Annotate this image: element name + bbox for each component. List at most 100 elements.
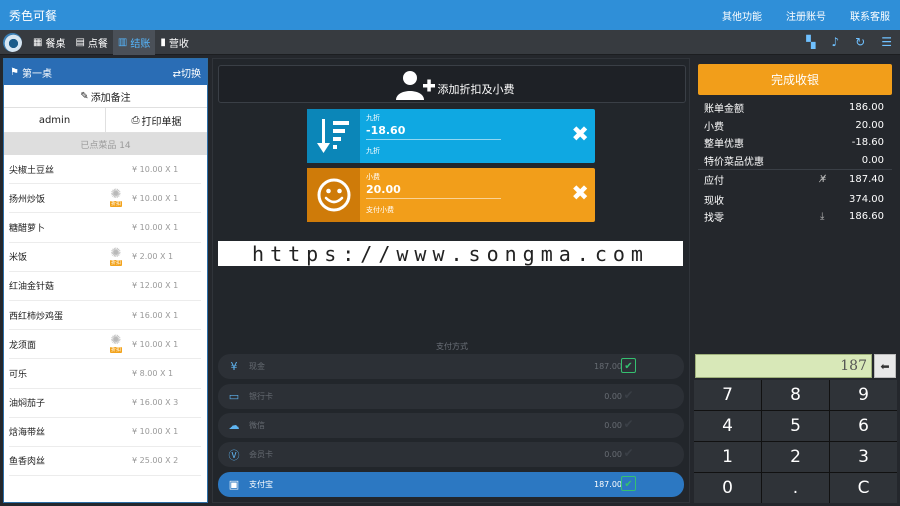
payment-alipay[interactable]: ▣ 支付宝 187.00 ✔ xyxy=(218,472,684,497)
discount-card[interactable]: 九折 -18.60 九折 ✖ xyxy=(307,109,595,163)
key-9[interactable]: 9 xyxy=(830,380,897,410)
waiter-name: admin xyxy=(4,108,106,132)
payment-wechat[interactable]: ☁ 微信 0.00 ✔ xyxy=(218,413,684,438)
tab-revenue[interactable]: ▮ 营收 xyxy=(155,30,194,55)
change-row: 找零 ⤓ 186.60 xyxy=(704,211,884,225)
sort-desc-icon xyxy=(307,109,360,163)
table-header: ⚑ 第一桌 ⇄切换 xyxy=(4,59,207,85)
dish-name: 龙须面 xyxy=(9,340,37,351)
order-panel: ⚑ 第一桌 ⇄切换 ✎ 添加备注 admin ⎙ 打印单据 已点菜品 14 尖椒土… xyxy=(3,58,208,503)
link-register-account[interactable]: 注册账号 xyxy=(786,8,826,23)
received-row: 现收 374.00 xyxy=(704,193,884,207)
check-icon[interactable]: ✔ xyxy=(621,476,636,491)
remove-discount-icon[interactable]: ✖ xyxy=(571,123,589,145)
key-7[interactable]: 7 xyxy=(694,380,761,410)
add-note-button[interactable]: ✎ 添加备注 xyxy=(4,85,207,108)
tab-tables[interactable]: ▦ 餐桌 xyxy=(28,30,70,55)
dish-row[interactable]: 龙须面 ✺ 折扣 ¥ 10.00 X 1 xyxy=(9,330,201,360)
pos-app: 秀色可餐 其他功能 注册账号 联系客服 ▦ 餐桌 ▤ 点餐 ▥ 结账 ▮ 营收 ▚ ♪ … xyxy=(0,0,900,506)
payment-name: 现金 xyxy=(249,362,265,371)
add-discount-label: 添加折扣及小费 xyxy=(437,83,515,96)
smile-icon xyxy=(307,168,360,222)
check-icon[interactable]: ✔ xyxy=(621,446,636,461)
download-icon[interactable]: ⤓ xyxy=(820,211,824,222)
summary-row: 特价菜品优惠 0.00 xyxy=(704,154,884,168)
yen-off-icon[interactable]: ¥̸ xyxy=(820,174,826,185)
chart-icon: ▮ xyxy=(160,36,166,48)
dish-row[interactable]: 可乐 ¥ 8.00 X 1 xyxy=(9,359,201,389)
payment-bankcard[interactable]: ▭ 银行卡 0.00 ✔ xyxy=(218,384,684,409)
remove-tip-icon[interactable]: ✖ xyxy=(571,182,589,204)
payment-amount: 187.00 xyxy=(594,362,622,371)
dish-row[interactable]: 西红柿炒鸡蛋 ¥ 16.00 X 1 xyxy=(9,301,201,331)
payment-member[interactable]: Ⓥ 会员卡 0.00 ✔ xyxy=(218,442,684,467)
discount-badge: ✺ 折扣 xyxy=(110,188,122,208)
check-icon[interactable]: ✔ xyxy=(621,388,636,403)
dish-name: 红油金针菇 xyxy=(9,282,55,293)
tip-card-body: 小费 20.00 支付小费 ✖ xyxy=(360,168,595,222)
top-links: 其他功能 注册账号 联系客服 xyxy=(708,8,900,23)
link-other-functions[interactable]: 其他功能 xyxy=(722,8,762,23)
print-receipt-button[interactable]: ⎙ 打印单据 xyxy=(106,108,207,132)
key-1[interactable]: 1 xyxy=(694,442,761,472)
payment-name: 支付宝 xyxy=(249,480,273,489)
dish-price: ¥ 25.00 X 2 xyxy=(132,456,179,466)
check-icon[interactable]: ✔ xyxy=(621,417,636,432)
grid-icon[interactable]: ▚ xyxy=(806,35,815,49)
link-contact-support[interactable]: 联系客服 xyxy=(850,8,890,23)
amount-display[interactable]: 187 xyxy=(695,354,872,378)
dish-row[interactable]: 扬州炒饭 ✺ 折扣 ¥ 10.00 X 1 xyxy=(9,184,201,214)
discount-tag: 折扣 xyxy=(110,259,122,266)
summary-row: 整单优惠 -18.60 xyxy=(704,137,884,151)
backspace-button[interactable]: ⬅ xyxy=(874,354,896,378)
dish-row[interactable]: 红油金针菇 ¥ 12.00 X 1 xyxy=(9,272,201,301)
dish-row[interactable]: 尖椒土豆丝 ¥ 10.00 X 1 xyxy=(9,155,201,185)
key-2[interactable]: 2 xyxy=(762,442,829,472)
payment-name: 会员卡 xyxy=(249,450,273,459)
discount-amount: -18.60 xyxy=(366,124,406,137)
key-8[interactable]: 8 xyxy=(762,380,829,410)
alipay-icon: ▣ xyxy=(228,478,240,491)
dish-row[interactable]: 鱼香肉丝 ¥ 25.00 X 2 xyxy=(9,447,201,477)
tip-card[interactable]: 小费 20.00 支付小费 ✖ xyxy=(307,168,595,222)
refresh-icon[interactable]: ↻ xyxy=(855,35,865,49)
payment-name: 银行卡 xyxy=(249,392,273,401)
key-dot[interactable]: . xyxy=(762,473,829,503)
gear-icon: ✺ xyxy=(110,245,122,261)
payment-name: 微信 xyxy=(249,421,265,430)
key-3[interactable]: 3 xyxy=(830,442,897,472)
book-icon: ▤ xyxy=(75,36,85,48)
complete-checkout-button[interactable]: 完成收银 xyxy=(698,64,892,95)
dish-price: ¥ 10.00 X 1 xyxy=(132,427,179,437)
discount-tag: 折扣 xyxy=(110,201,122,208)
menu-icon[interactable]: ☰ xyxy=(881,35,892,49)
discount-badge: ✺ 折扣 xyxy=(110,334,122,354)
watermark: https://www.songma.com xyxy=(218,241,683,266)
switch-table-button[interactable]: ⇄切换 xyxy=(173,65,201,80)
dish-row[interactable]: 焓海带丝 ¥ 10.00 X 1 xyxy=(9,418,201,447)
tab-checkout[interactable]: ▥ 结账 xyxy=(112,29,156,55)
nav-tools: ▚ ♪ ↻ ☰ xyxy=(798,35,900,49)
key-0[interactable]: 0 xyxy=(694,473,761,503)
dish-row[interactable]: 糖醋萝卜 ¥ 10.00 X 1 xyxy=(9,213,201,243)
summary-row: 小费 20.00 xyxy=(704,119,884,133)
payment-yen[interactable]: ¥ 现金 187.00 ✔ xyxy=(218,354,684,379)
printer-icon: ⎙ xyxy=(131,114,140,126)
key-4[interactable]: 4 xyxy=(694,411,761,441)
dish-name: 可乐 xyxy=(9,369,28,380)
bell-icon[interactable]: ♪ xyxy=(832,35,840,49)
dish-price: ¥ 10.00 X 1 xyxy=(132,193,179,203)
wechat-icon: ☁ xyxy=(228,419,240,432)
dish-row[interactable]: 米饭 ✺ 折扣 ¥ 2.00 X 1 xyxy=(9,243,201,272)
dish-list: 尖椒土豆丝 ¥ 10.00 X 1 扬州炒饭 ✺ 折扣 ¥ 10.00 X 1 糖醋萝卜 ¥ … xyxy=(4,155,207,477)
key-c[interactable]: C xyxy=(830,473,897,503)
discount-badge: ✺ 折扣 xyxy=(110,247,122,267)
payment-title: 支付方式 xyxy=(436,342,468,351)
add-discount-button[interactable]: 添加折扣及小费 xyxy=(218,65,686,103)
check-icon[interactable]: ✔ xyxy=(621,358,636,373)
dish-price: ¥ 12.00 X 1 xyxy=(132,281,179,291)
key-6[interactable]: 6 xyxy=(830,411,897,441)
key-5[interactable]: 5 xyxy=(762,411,829,441)
tab-order[interactable]: ▤ 点餐 xyxy=(70,30,112,55)
dish-row[interactable]: 油焖茄子 ¥ 16.00 X 3 xyxy=(9,389,201,418)
